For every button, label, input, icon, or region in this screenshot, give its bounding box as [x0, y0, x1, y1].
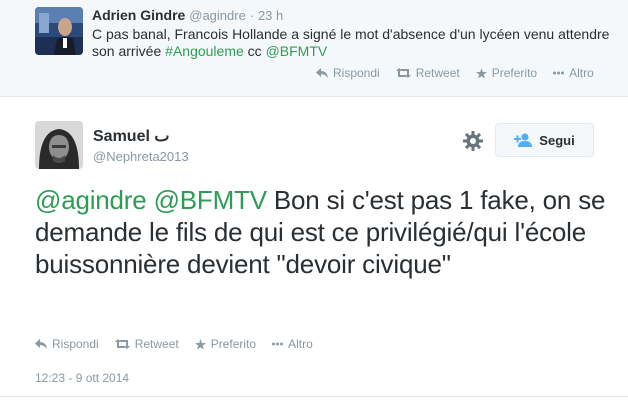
follow-label: Segui: [539, 132, 575, 148]
reply-label: Rispondi: [52, 337, 99, 351]
follow-button[interactable]: Segui: [495, 123, 594, 157]
favorite-label: Preferito: [210, 337, 257, 351]
parent-timestamp[interactable]: 23 h: [258, 8, 283, 23]
parent-avatar[interactable]: [35, 7, 83, 55]
retweet-button[interactable]: Retweet: [114, 337, 179, 351]
parent-tweet: Adrien Gindre @agindre · 23 h C pas bana…: [0, 0, 628, 97]
tweet-date[interactable]: 12:23 - 9 ott 2014: [35, 371, 129, 385]
gear-icon[interactable]: [462, 130, 484, 152]
tweet-actions: Rispondi Retweet Preferito Altro: [35, 337, 329, 351]
more-button[interactable]: Altro: [553, 66, 594, 80]
follow-user-icon: [514, 133, 533, 147]
reply-button[interactable]: Rispondi: [316, 66, 380, 80]
reply-icon: [35, 339, 47, 349]
tweet-text: @agindre @BFMTV Bon si c'est pas 1 fake,…: [35, 184, 615, 280]
star-icon: [475, 67, 487, 79]
author-avatar[interactable]: [35, 121, 83, 169]
favorite-label: Preferito: [491, 66, 538, 80]
mention-link[interactable]: @BFMTV: [154, 185, 268, 215]
more-button[interactable]: Altro: [272, 337, 313, 351]
reply-icon: [316, 68, 328, 78]
more-icon: [272, 342, 284, 346]
parent-author-name[interactable]: Adrien Gindre: [92, 7, 185, 23]
mention-link[interactable]: @agindre: [35, 185, 147, 215]
retweet-label: Retweet: [134, 337, 179, 351]
author-name[interactable]: Samuel ٮ: [93, 126, 169, 146]
divider: [0, 396, 628, 397]
parent-text-part: cc: [243, 43, 266, 59]
retweet-label: Retweet: [415, 66, 460, 80]
parent-author-handle[interactable]: @agindre: [189, 8, 246, 23]
more-label: Altro: [569, 66, 594, 80]
mention-link[interactable]: @BFMTV: [266, 43, 328, 59]
retweet-button[interactable]: Retweet: [395, 66, 460, 80]
star-icon: [194, 338, 206, 350]
more-label: Altro: [288, 337, 313, 351]
reply-button[interactable]: Rispondi: [35, 337, 99, 351]
reply-label: Rispondi: [333, 66, 380, 80]
favorite-button[interactable]: Preferito: [194, 337, 257, 351]
more-icon: [553, 71, 565, 75]
retweet-icon: [395, 68, 411, 78]
retweet-icon: [114, 339, 130, 349]
parent-separator: ·: [249, 8, 255, 23]
parent-tweet-header: Adrien Gindre @agindre · 23 h: [92, 7, 283, 23]
author-handle[interactable]: @Nephreta2013: [93, 149, 189, 164]
hashtag-link[interactable]: #Angouleme: [165, 43, 244, 59]
favorite-button[interactable]: Preferito: [475, 66, 538, 80]
parent-tweet-text: C pas banal, Francois Hollande a signé l…: [92, 26, 612, 60]
parent-tweet-actions: Rispondi Retweet Preferito Altro: [316, 66, 610, 80]
